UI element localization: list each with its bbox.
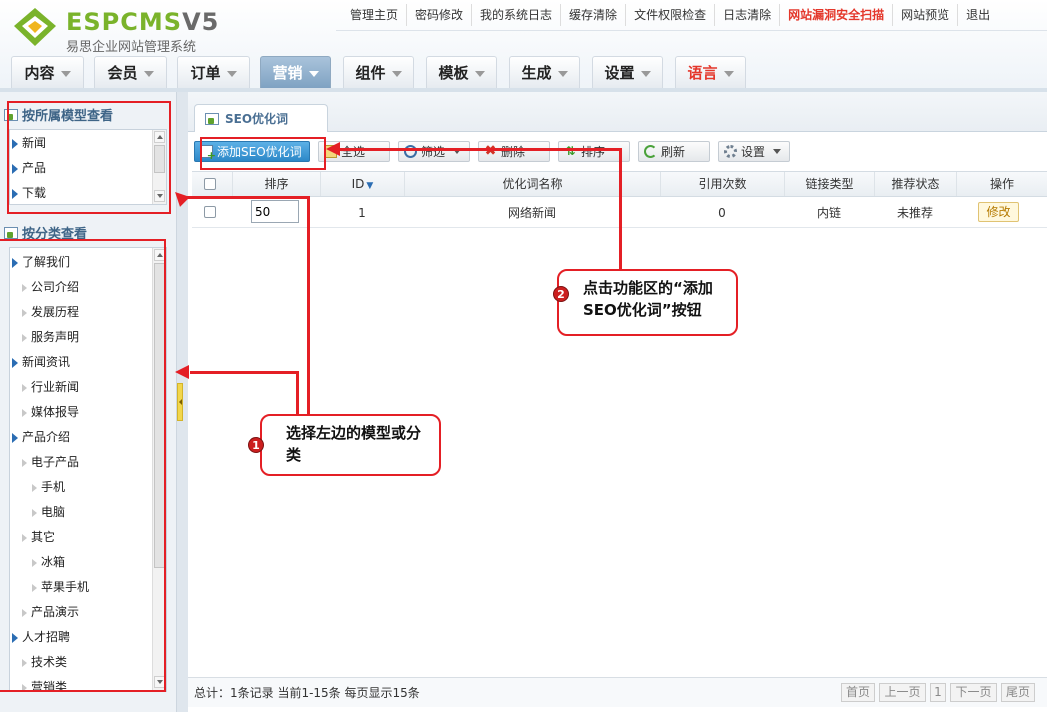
refresh-icon [644,145,657,158]
top-link-home[interactable]: 管理主页 [342,4,406,26]
annotation-line [340,148,622,151]
step-1-badge: 1 [248,437,264,453]
annotation-add-button-box [200,137,326,170]
gear-icon [724,145,737,158]
logo-title: ESPCMSV5 [66,8,220,36]
tab-member[interactable]: 会员 [94,56,167,88]
annotation-line [185,196,310,199]
row-recommend-status: 未推荐 [896,206,933,220]
chevron-down-icon [391,70,402,77]
row-checkbox[interactable] [204,206,216,218]
collapse-sidebar-icon[interactable] [177,383,183,421]
annotation-line [190,371,299,374]
filter-button[interactable]: 筛选 [398,141,470,162]
tab-content[interactable]: 内容 [11,56,84,88]
sort-order-input[interactable] [251,200,299,223]
annotation-category-box [0,239,166,692]
chevron-down-icon [557,70,568,77]
edit-button[interactable]: 修改 [978,202,1019,222]
tab-generate[interactable]: 生成 [509,56,580,88]
annotation-callout-1: 选择左边的模型或分类 [260,414,441,476]
column-action: 操作 [956,172,1047,196]
chevron-down-icon [226,70,237,77]
delete-button[interactable]: ✖ 删除 [478,141,550,162]
top-link-logout[interactable]: 退出 [957,4,998,26]
chevron-down-icon [308,70,319,77]
espcms-logo-icon [14,8,56,46]
tab-settings[interactable]: 设置 [592,56,663,88]
search-icon [404,145,417,158]
row-id: 1 [358,206,366,220]
chevron-down-icon [143,70,154,77]
tab-seo-keywords[interactable]: SEO优化词 [194,104,328,132]
record-summary: 总计：1条记录 当前1-15条 每页显示15条 [194,686,420,700]
logo: ESPCMSV5 易思企业网站管理系统 [10,6,240,55]
step-2-badge: 2 [553,286,569,302]
sort-desc-icon: ▼ [366,181,374,191]
tab-template[interactable]: 模板 [426,56,497,88]
top-link-file-permission[interactable]: 文件权限检查 [625,4,714,26]
tab-language[interactable]: 语言 [675,56,746,88]
tab-marketing[interactable]: 营销 [260,56,331,88]
annotation-model-box [7,101,171,214]
row-reference-count: 0 [718,206,726,220]
column-recommend-status[interactable]: 推荐状态 [874,172,956,196]
top-link-preview[interactable]: 网站预览 [892,4,957,26]
refresh-button[interactable]: 刷新 [638,141,710,162]
top-links-divider [336,30,1047,31]
column-reference-count[interactable]: 引用次数 [660,172,784,196]
pager-prev[interactable]: 上一页 [879,683,926,702]
annotation-arrowhead [175,365,189,379]
chevron-down-icon [723,70,734,77]
sort-icon: ⇅ [565,144,576,158]
panel-icon [4,226,18,239]
window-icon [205,112,219,125]
annotation-callout-2: 点击功能区的“添加SEO优化词”按钮 [557,269,738,336]
column-id[interactable]: ID ▼ [320,172,404,196]
settings-button[interactable]: 设置 [718,141,790,162]
top-link-clear-cache[interactable]: 缓存清除 [560,4,625,26]
pager-next[interactable]: 下一页 [950,683,997,702]
chevron-down-icon [773,149,782,154]
annotation-line [296,371,299,416]
tab-component[interactable]: 组件 [343,56,414,88]
row-link-type: 内链 [816,206,841,220]
top-link-security-scan[interactable]: 网站漏洞安全扫描 [779,4,892,26]
chevron-down-icon [60,70,71,77]
pager-first[interactable]: 首页 [841,683,875,702]
top-link-system-log[interactable]: 我的系统日志 [471,4,560,26]
pager-page[interactable]: 1 [930,683,946,702]
top-link-password[interactable]: 密码修改 [406,4,471,26]
pager-last[interactable]: 尾页 [1001,683,1035,702]
tab-order[interactable]: 订单 [177,56,250,88]
logo-subtitle: 易思企业网站管理系统 [66,40,197,55]
chevron-down-icon [474,70,485,77]
chevron-down-icon [640,70,651,77]
top-links: 管理主页 密码修改 我的系统日志 缓存清除 文件权限检查 日志清除 网站漏洞安全… [342,2,998,28]
annotation-line [307,198,310,416]
column-sort[interactable]: 排序 [232,172,320,196]
annotation-arrowhead [326,142,340,156]
select-all-checkbox[interactable] [204,178,216,190]
column-link-type[interactable]: 链接类型 [784,172,874,196]
top-link-clear-log[interactable]: 日志清除 [714,4,779,26]
annotation-line [619,148,622,271]
delete-icon: ✖ [484,143,497,159]
